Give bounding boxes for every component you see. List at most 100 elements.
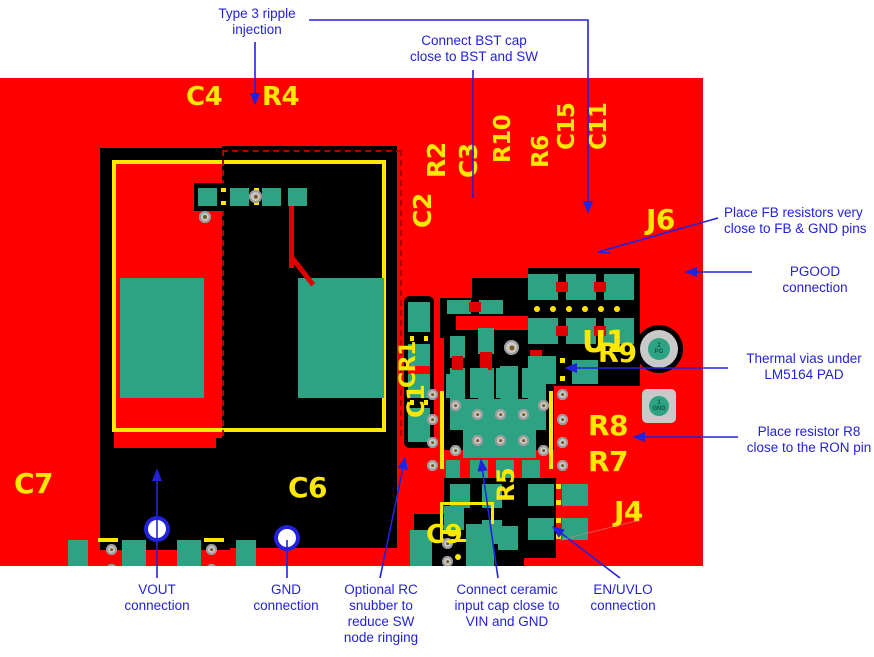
c6-pad-b <box>236 540 256 566</box>
designator-R2: R2 <box>422 142 451 178</box>
designator-R6: R6 <box>528 135 554 168</box>
cap-bank-left <box>100 438 114 550</box>
thermal-via-6 <box>518 435 529 446</box>
u1-via-li2 <box>450 445 461 456</box>
bst-silk-dot1 <box>534 306 540 312</box>
r9-silk-b <box>560 376 565 381</box>
c7-pad-b <box>122 540 146 566</box>
designator-C6: C6 <box>288 471 328 504</box>
lower-silk-a <box>455 554 461 560</box>
r7-silk-a <box>556 518 561 523</box>
designator-U1: U1 <box>582 325 627 360</box>
designator-R10: R10 <box>490 114 516 163</box>
designator-R5: R5 <box>492 467 520 502</box>
u1-pin-top-4 <box>522 368 540 398</box>
u1-silk-left <box>440 391 444 469</box>
r7-pad-a <box>528 518 554 540</box>
callout-type3-ripple: Type 3 ripple injection <box>218 6 296 37</box>
j6-pin1-gnd-pad[interactable]: 1 GND <box>642 389 676 423</box>
u1-pin-top-3 <box>496 368 514 398</box>
callout-thermal-vias: Thermal vias under LM5164 PAD <box>746 351 862 382</box>
bst-silk-dot2 <box>550 306 556 312</box>
inductor-pad-right <box>298 278 384 398</box>
bst-pad-r1c2 <box>566 274 596 300</box>
thermal-via-4 <box>472 435 483 446</box>
c4-silk-b <box>221 201 226 205</box>
designator-C11: C11 <box>586 102 612 150</box>
u1-thermal-pad <box>463 399 536 458</box>
u1-via-ri1 <box>538 400 549 411</box>
u1-silk-right <box>549 391 553 469</box>
designator-C1: C1 <box>402 384 430 418</box>
pcb-layout-figure: 2 PG 1 GND 2 EN 1 GND C4 R4 R2 C3 <box>0 0 874 657</box>
r2-body <box>469 302 481 312</box>
c4-pad-b <box>230 188 249 206</box>
callout-gnd: GND connection <box>253 582 319 613</box>
designator-C2: C2 <box>408 193 437 228</box>
u1-pin-top-2 <box>470 368 488 398</box>
u1-via-l3 <box>427 437 438 448</box>
designator-J6: J6 <box>646 203 675 236</box>
bst-silk-dot3 <box>566 306 572 312</box>
vout-connection-via[interactable] <box>148 520 166 538</box>
cap-via-r2 <box>206 564 217 566</box>
inductor-pad-left <box>120 278 204 398</box>
gnd-connection-via[interactable] <box>278 529 296 547</box>
c2-silk-b <box>424 336 428 341</box>
designator-C7: C7 <box>14 467 54 500</box>
u1-via-li1 <box>450 400 461 411</box>
r2-pad-a <box>447 300 471 314</box>
callout-bst-cap: Connect BST cap close to BST and SW <box>409 33 539 64</box>
designator-CR1: CR1 <box>396 341 421 388</box>
cap-bank-right <box>216 438 230 550</box>
j6-pin1-net: GND <box>652 406 666 412</box>
u1-pin-top-1 <box>446 374 460 398</box>
thermal-via-2 <box>495 409 506 420</box>
callout-rc-snubber: Optional RC snubber to reduce SW node ri… <box>343 582 419 645</box>
bst-conn-a <box>556 282 568 292</box>
u1-via-r2 <box>557 414 568 425</box>
r5-pad <box>498 526 518 550</box>
r9-silk-a <box>560 358 565 363</box>
designator-C9: C9 <box>426 520 463 550</box>
j6-pin1-inner: 1 GND <box>649 396 669 416</box>
thermal-via-5 <box>495 435 506 446</box>
r10-body <box>452 356 463 370</box>
designator-C4: C4 <box>186 82 223 112</box>
designator-C15: C15 <box>554 102 580 150</box>
cap-via-l2 <box>106 564 117 566</box>
j6-pin2-pg-pad[interactable]: 2 PG <box>640 330 678 368</box>
r8-silk-a <box>556 484 561 489</box>
bst-conn-b <box>594 282 606 292</box>
c6-pad-a <box>177 540 201 566</box>
r6-via <box>504 340 519 355</box>
designator-R8: R8 <box>588 409 629 442</box>
r6-pad-a <box>478 328 494 354</box>
c4-via <box>249 190 262 203</box>
u1-via-r4 <box>557 460 568 471</box>
cap-via-r1 <box>206 544 217 555</box>
callout-input-cap: Connect ceramic input cap close to VIN a… <box>454 582 560 629</box>
callout-en-uvlo: EN/UVLO connection <box>590 582 656 613</box>
u1-via-l4 <box>427 460 438 471</box>
u1-via-ri2 <box>538 445 549 456</box>
r9-pad-b <box>572 360 598 384</box>
callout-fb-resistors: Place FB resistors very close to FB & GN… <box>724 205 867 236</box>
c9-via-2 <box>442 556 453 566</box>
bst-pad-r1c1 <box>528 274 558 300</box>
c4-pad-a <box>198 188 217 206</box>
c9-pad-b <box>466 524 494 566</box>
pcb-board: 2 PG 1 GND 2 EN 1 GND C4 R4 R2 C3 <box>0 78 703 566</box>
j6-pin2-inner: 2 PG <box>647 337 671 361</box>
designator-R7: R7 <box>588 445 629 478</box>
bst-pad-r2c1 <box>528 318 558 344</box>
designator-J4: J4 <box>614 495 643 528</box>
bst-pad-r1c3 <box>604 274 634 300</box>
c4-silk-a <box>221 188 226 192</box>
cap-silk-r-top <box>204 538 224 542</box>
j6-pin2-net: PG <box>654 349 664 355</box>
u1-via-r3 <box>557 437 568 448</box>
bst-silk-dot4 <box>582 306 588 312</box>
designator-C3: C3 <box>454 143 483 178</box>
r10-pad-a <box>450 336 465 358</box>
